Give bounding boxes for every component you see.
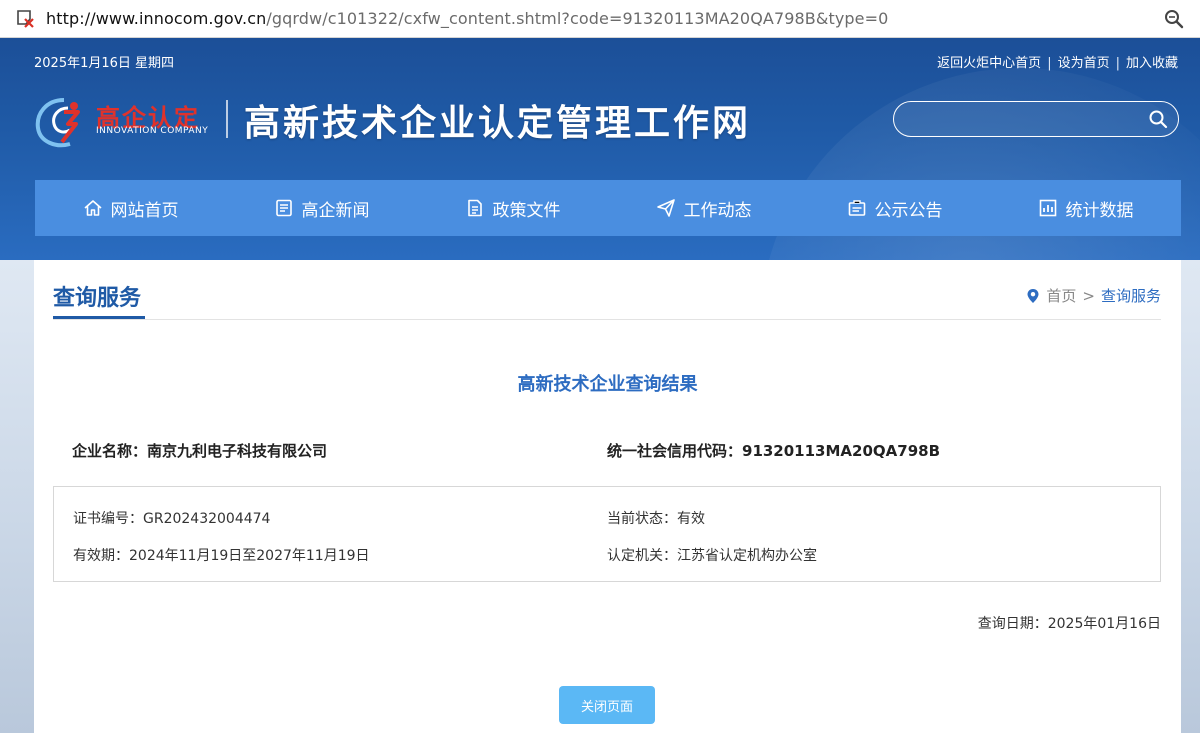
nav-notices[interactable]: 公示公告 xyxy=(799,180,990,236)
query-date: 查询日期：2025年01月16日 xyxy=(977,616,1161,632)
result-title: 高新技术企业查询结果 xyxy=(517,374,698,395)
nav-home[interactable]: 网站首页 xyxy=(35,180,226,236)
nav-label: 公示公告 xyxy=(874,200,943,221)
breadcrumb-current[interactable]: 查询服务 xyxy=(1101,285,1161,306)
link-set-homepage[interactable]: 设为首页 xyxy=(1058,56,1110,71)
close-page-button[interactable]: 关闭页面 xyxy=(559,686,655,724)
search-icon[interactable] xyxy=(1148,109,1168,129)
notice-icon xyxy=(848,200,865,216)
certificate-number: 证书编号：GR202432004474 xyxy=(73,511,271,527)
paper-plane-icon xyxy=(656,199,675,217)
background-right xyxy=(1181,260,1200,733)
breadcrumb-home[interactable]: 首页 xyxy=(1046,285,1076,306)
breadcrumb-separator: > xyxy=(1082,286,1095,305)
certifying-authority: 认定机关：江苏省认定机构办公室 xyxy=(607,548,817,564)
heading-underline xyxy=(53,316,145,319)
zoom-icon[interactable] xyxy=(1163,8,1185,30)
top-bar: 2025年1月16日 星期四 返回火炬中心首页 | 设为首页 | 加入收藏 xyxy=(0,38,1200,78)
nav-label: 统计数据 xyxy=(1065,200,1134,221)
site-title: 高新技术企业认定管理工作网 xyxy=(244,102,752,144)
url-path: /gqrdw/c101322/cxfw_content.shtml?code=9… xyxy=(266,9,889,28)
url-field[interactable]: http://www.innocom.gov.cn/gqrdw/c101322/… xyxy=(46,9,888,28)
nav-label: 工作动态 xyxy=(683,200,752,221)
search-box xyxy=(893,101,1179,137)
content-panel: 查询服务 首页 > 查询服务 高新技术企业查询结果 企业名称：南京九利电子科技有… xyxy=(34,260,1181,733)
top-links: 返回火炬中心首页 | 设为首页 | 加入收藏 xyxy=(937,52,1178,71)
browser-address-bar: http://www.innocom.gov.cn/gqrdw/c101322/… xyxy=(0,0,1200,38)
nav-label: 政策文件 xyxy=(492,200,561,221)
not-secure-icon[interactable] xyxy=(14,8,36,30)
breadcrumb: 首页 > 查询服务 xyxy=(1026,285,1161,306)
nav-statistics[interactable]: 统计数据 xyxy=(990,180,1181,236)
site-header: 2025年1月16日 星期四 返回火炬中心首页 | 设为首页 | 加入收藏 高企认定 I… xyxy=(0,38,1200,260)
location-pin-icon xyxy=(1027,288,1039,303)
heading-divider xyxy=(53,319,1161,320)
search-input[interactable] xyxy=(906,108,1140,132)
nav-news[interactable]: 高企新闻 xyxy=(226,180,417,236)
nav-label: 网站首页 xyxy=(110,200,179,221)
nav-work-updates[interactable]: 工作动态 xyxy=(608,180,799,236)
logo-divider xyxy=(226,100,228,138)
main-nav: 网站首页 高企新闻 政策文件 工作动态 公示公告 统计数据 xyxy=(35,180,1181,236)
current-date: 2025年1月16日 星期四 xyxy=(34,56,175,71)
link-separator: | xyxy=(1115,56,1120,71)
background-left xyxy=(0,260,34,733)
home-icon xyxy=(83,200,102,216)
document-icon xyxy=(467,199,482,217)
current-status: 当前状态：有效 xyxy=(607,511,705,527)
link-separator: | xyxy=(1047,56,1052,71)
validity-period: 有效期：2024年11月19日至2027年11月19日 xyxy=(73,548,370,564)
page-title: 查询服务 xyxy=(53,286,142,311)
certificate-info-box: 证书编号：GR202432004474 当前状态：有效 有效期：2024年11月… xyxy=(53,486,1161,582)
nav-policy[interactable]: 政策文件 xyxy=(417,180,608,236)
credit-code: 统一社会信用代码：91320113MA20QA798B xyxy=(607,442,941,460)
url-host: http://www.innocom.gov.cn xyxy=(46,9,267,28)
company-name: 企业名称：南京九利电子科技有限公司 xyxy=(72,442,328,460)
link-torch-center-home[interactable]: 返回火炬中心首页 xyxy=(937,56,1041,71)
logo-text-en: INNOVATION COMPANY xyxy=(96,126,209,136)
site-logo[interactable]: 高企认定 INNOVATION COMPANY xyxy=(34,90,219,154)
logo-emblem-icon xyxy=(35,98,80,148)
nav-label: 高企新闻 xyxy=(301,200,370,221)
link-add-favorite[interactable]: 加入收藏 xyxy=(1126,56,1178,71)
chart-icon xyxy=(1039,199,1056,217)
news-icon xyxy=(275,199,292,217)
